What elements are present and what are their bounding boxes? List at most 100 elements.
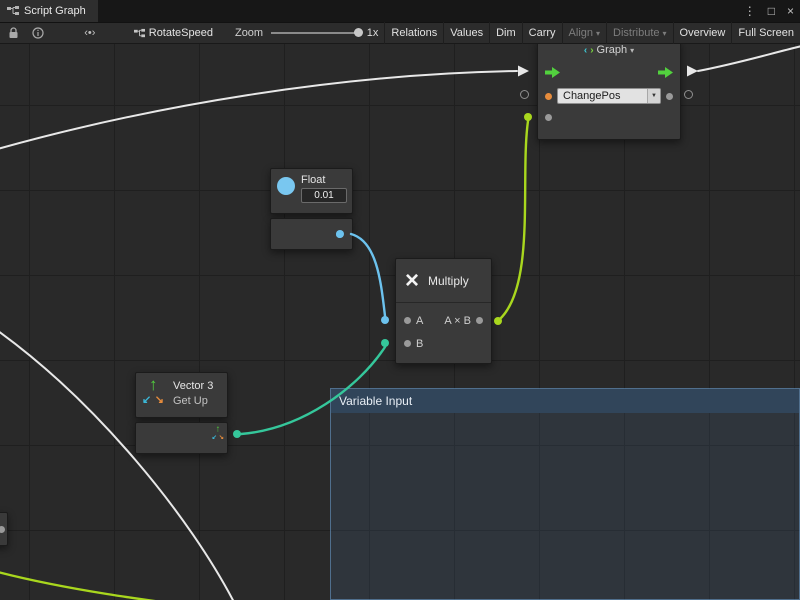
- wire-multiply-to-setvar-value: [500, 121, 528, 319]
- full-screen-label: Full Screen: [738, 27, 794, 39]
- variable-name-dropdown[interactable]: ChangePos ▼: [557, 88, 661, 104]
- overview-button[interactable]: Overview: [673, 22, 732, 44]
- distribute-button[interactable]: Distribute ▾: [606, 22, 672, 44]
- close-icon[interactable]: ×: [781, 4, 800, 18]
- zoom-value: 1x: [367, 27, 379, 39]
- caret-down-icon: ▾: [630, 46, 634, 55]
- float-node-content: Float 0.01: [301, 174, 347, 208]
- vector3-node-content: Vector 3 Get Up: [173, 378, 213, 412]
- carry-label: Carry: [529, 27, 556, 39]
- maximize-icon[interactable]: □: [762, 4, 781, 18]
- group-header[interactable]: Variable Input: [331, 389, 799, 413]
- port-b-label: B: [416, 338, 423, 350]
- relations-button[interactable]: Relations: [384, 22, 443, 44]
- wire-flow-bottom-left: [0, 328, 236, 600]
- flow-in-port[interactable]: [545, 67, 560, 78]
- output-value-port[interactable]: [666, 93, 673, 100]
- zoom-slider-track: [271, 32, 358, 34]
- distribute-label: Distribute: [613, 27, 659, 39]
- float-value-field[interactable]: 0.01: [301, 188, 347, 203]
- vector3-icon: ↑ ↙ ↘: [142, 378, 166, 408]
- float-node[interactable]: Float 0.01: [270, 168, 353, 214]
- code-view-button[interactable]: ‹•›: [76, 27, 104, 39]
- port-a-label: A: [416, 315, 423, 327]
- graph-asset-breadcrumb[interactable]: RotateSpeed: [134, 27, 213, 39]
- lock-icon: [8, 27, 19, 39]
- wire-endpoint-getup-to-multiply-b[interactable]: [233, 430, 241, 438]
- wire-arrowhead-flow-into-setvar: [518, 66, 529, 77]
- arrow-down-left-icon: ↙: [212, 433, 217, 440]
- vector3-title: Vector 3: [173, 380, 213, 392]
- unity-visual-scripting-window: Script Graph ⋮ □ × ‹•›: [0, 0, 800, 600]
- toolbar-buttons: Relations Values Dim Carry Align▾ Distri…: [384, 22, 800, 44]
- visual-scripting-icon: ›: [590, 45, 593, 56]
- float-title: Float: [301, 174, 325, 186]
- lock-button[interactable]: [2, 23, 26, 43]
- relations-label: Relations: [391, 27, 437, 39]
- tab-title: Script Graph: [24, 5, 86, 17]
- wire-arrowhead-flow-out-of-setvar: [687, 66, 698, 77]
- graph-asset-name: RotateSpeed: [149, 27, 213, 39]
- flow-out-port[interactable]: [658, 67, 673, 78]
- variable-name-value: ChangePos: [558, 89, 647, 103]
- port-result-label: A × B: [444, 315, 471, 327]
- vector3-subtitle: Get Up: [173, 395, 208, 407]
- partial-node[interactable]: [0, 512, 8, 546]
- tab-script-graph[interactable]: Script Graph: [0, 0, 98, 22]
- window-menu-icon[interactable]: ⋮: [738, 4, 762, 18]
- variable-kind-label: Graph: [597, 44, 628, 56]
- flow-ports-row: [538, 59, 680, 85]
- unconnected-port-left[interactable]: [520, 90, 529, 99]
- carry-button[interactable]: Carry: [522, 22, 562, 44]
- input-value-port[interactable]: [545, 114, 552, 121]
- graph-canvas[interactable]: Variable Input ‹› Graph ▾ ChangePos ▼: [0, 44, 800, 600]
- zoom-label: Zoom: [235, 27, 263, 39]
- dim-label: Dim: [496, 27, 516, 39]
- multiply-row-b: B: [404, 332, 483, 355]
- multiply-row-a: A A × B: [404, 309, 483, 332]
- multiply-ports: A A × B B: [396, 303, 491, 363]
- port-b[interactable]: [404, 340, 411, 347]
- zoom-slider-knob[interactable]: [354, 28, 363, 37]
- full-screen-button[interactable]: Full Screen: [731, 22, 800, 44]
- float-output-port[interactable]: [336, 231, 343, 238]
- vector3-node-footer[interactable]: ↑ ↙ ↘: [135, 422, 228, 454]
- caret-down-icon: ▾: [663, 29, 667, 38]
- zoom-slider[interactable]: [271, 22, 363, 44]
- partial-node-port[interactable]: [0, 526, 5, 533]
- float-type-icon: [277, 177, 295, 195]
- caret-down-icon: ▾: [596, 29, 600, 38]
- port-a[interactable]: [404, 317, 411, 324]
- info-button[interactable]: [26, 23, 50, 43]
- wire-lime-bottom-left: [0, 571, 222, 600]
- variable-kind-dropdown[interactable]: ‹› Graph ▾: [538, 44, 680, 59]
- vector3-type-icon[interactable]: ↑ ↙ ↘: [212, 425, 225, 442]
- visual-scripting-icon: ‹: [584, 45, 587, 56]
- arrow-down-right-icon: ↘: [219, 433, 224, 440]
- variable-name-row: ChangePos ▼: [538, 85, 680, 107]
- group-title: Variable Input: [339, 394, 412, 408]
- graph-toolbar: ‹•› RotateSpeed Zoom 1x Relations Values…: [0, 22, 800, 44]
- set-variable-node[interactable]: ‹› Graph ▾ ChangePos ▼: [537, 44, 681, 140]
- overview-label: Overview: [680, 27, 726, 39]
- wire-endpoint-multiply-to-setvar-value[interactable]: [494, 317, 502, 325]
- dim-button[interactable]: Dim: [489, 22, 522, 44]
- multiply-node[interactable]: × Multiply A A × B B: [395, 258, 492, 364]
- unconnected-port-right[interactable]: [684, 90, 693, 99]
- port-result[interactable]: [476, 317, 483, 324]
- info-icon: [32, 27, 44, 39]
- float-node-footer[interactable]: [270, 218, 353, 250]
- arrow-up-icon: ↑: [149, 375, 158, 395]
- wire-endpoint-float-to-multiply-a[interactable]: [381, 316, 389, 324]
- multiply-header: × Multiply: [396, 259, 491, 303]
- vector3-get-up-node[interactable]: ↑ ↙ ↘ Vector 3 Get Up: [135, 372, 228, 418]
- align-button[interactable]: Align▾: [562, 22, 606, 44]
- tab-bar: Script Graph ⋮ □ ×: [0, 0, 800, 22]
- wire-endpoint-multiply-to-setvar-value[interactable]: [524, 113, 532, 121]
- wire-endpoint-getup-to-multiply-b[interactable]: [381, 339, 389, 347]
- variable-name-port[interactable]: [545, 93, 552, 100]
- caret-down-icon[interactable]: ▼: [647, 89, 660, 103]
- values-button[interactable]: Values: [443, 22, 489, 44]
- tab-bar-spacer: [98, 0, 738, 22]
- input-value-row: [538, 107, 680, 127]
